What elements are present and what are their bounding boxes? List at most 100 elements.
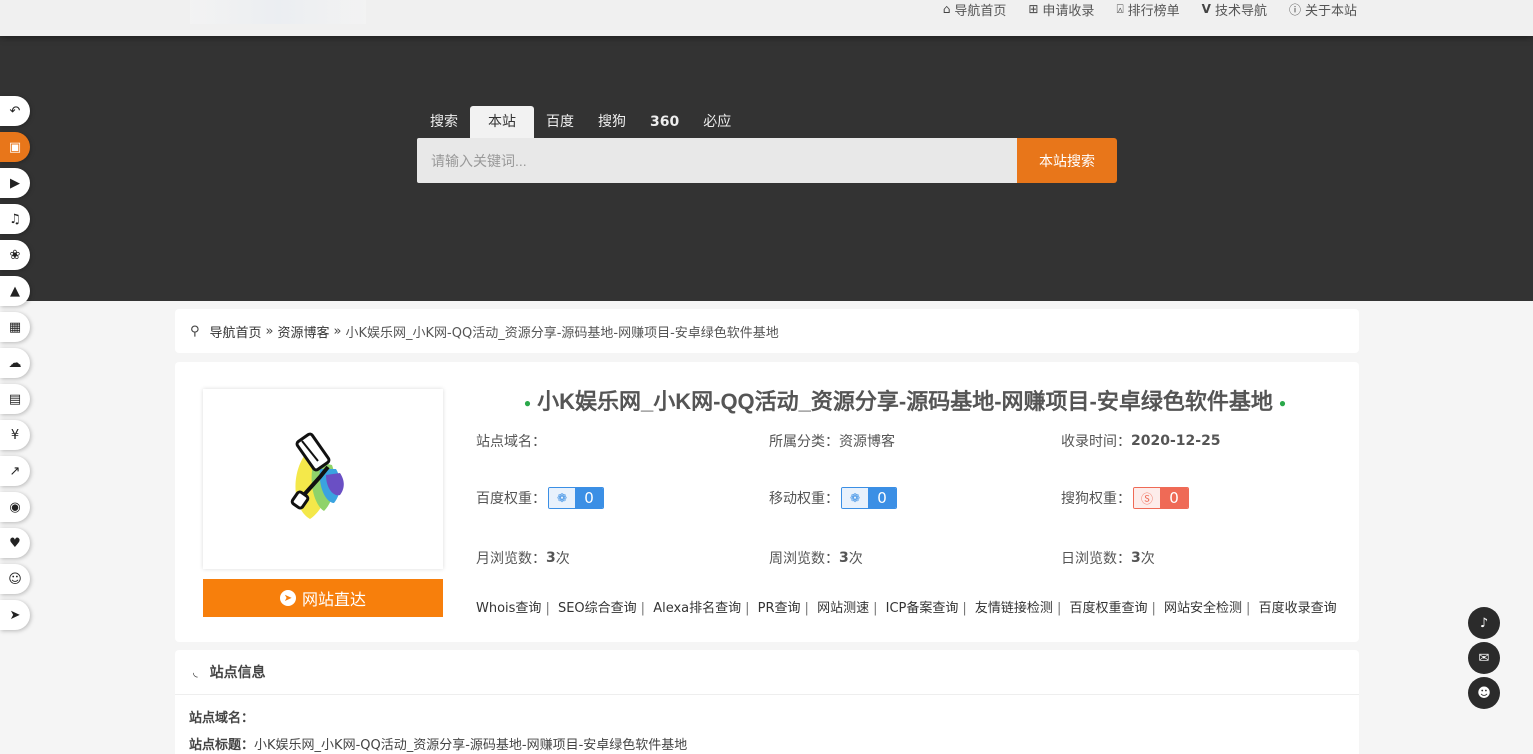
tab-sogou[interactable]: 搜狗	[586, 106, 638, 138]
nav-about-link[interactable]: ⓘ 关于本站	[1289, 0, 1357, 19]
paw-icon: ❁	[549, 488, 575, 508]
tool-link-baidu-weight[interactable]: 百度权重查询	[1069, 601, 1147, 616]
search-bar: 本站搜索	[417, 138, 1117, 183]
daily-views-value: 3	[1131, 550, 1141, 566]
apps-icon[interactable]: ▦	[0, 312, 30, 342]
tab-360[interactable]: 360	[638, 106, 691, 138]
monthly-views-label: 月浏览数：	[476, 551, 546, 567]
visit-site-label: 网站直达	[301, 592, 366, 609]
info-title-label: 站点标题：	[189, 738, 255, 753]
games-icon[interactable]: ❀	[0, 240, 30, 270]
daily-views-label: 日浏览数：	[1061, 551, 1131, 567]
back-icon[interactable]: ↶	[0, 96, 30, 126]
nav-tech-link[interactable]: V 技术导航	[1202, 0, 1267, 19]
weekly-views-field: 周浏览数： 3 次	[769, 548, 863, 568]
music-icon[interactable]: ♫	[0, 204, 30, 234]
monthly-views-field: 月浏览数： 3 次	[476, 548, 570, 568]
category-field: 所属分类： 资源博客	[769, 431, 895, 451]
firefox-icon[interactable]: ☺	[0, 564, 30, 594]
document-icon[interactable]: ▤	[0, 384, 30, 414]
compass-icon[interactable]: ◉	[0, 492, 30, 522]
top-navbar: ⌂ 导航首页 ⊞ 申请收录 ⍓ 排行榜单 V 技术导航 ⓘ 关于本站	[0, 0, 1533, 36]
mail-icon[interactable]: ✉	[1468, 642, 1500, 674]
graduation-icon[interactable]: ▲	[0, 276, 30, 306]
filter-icon: ⚲	[190, 323, 200, 339]
cloud-icon[interactable]: ☁	[0, 348, 30, 378]
bell-icon[interactable]: ♪	[1468, 607, 1500, 639]
search-input[interactable]	[417, 138, 1017, 183]
search-engine-tabs: 搜索 本站 百度 搜狗 360 必应	[418, 106, 743, 138]
nav-submit-link[interactable]: ⊞ 申请收录	[1028, 0, 1094, 19]
tool-link-seo[interactable]: SEO综合查询	[558, 601, 637, 616]
mobile-weight-label: 移动权重：	[769, 491, 839, 507]
home-icon: ⌂	[942, 2, 951, 16]
tool-link-pr[interactable]: PR查询	[758, 601, 801, 616]
site-detail-card: ➤ 网站直达 ● 小K娱乐网_小K网-QQ活动_资源分享-源码基地-网赚项目-安卓绿…	[175, 362, 1359, 642]
tool-link-friendlink[interactable]: 友情链接检测	[975, 601, 1053, 616]
heartbeat-icon[interactable]: ♥	[0, 528, 30, 558]
nav-ranking-link[interactable]: ⍓ 排行榜单	[1116, 0, 1179, 19]
baidu-weight-value: 0	[575, 488, 603, 508]
site-logo[interactable]	[190, 0, 366, 24]
site-title-text: 小K娱乐网_小K网-QQ活动_资源分享-源码基地-网赚项目-安卓绿色软件基地	[537, 389, 1273, 414]
site-search-button[interactable]: 本站搜索	[1017, 138, 1117, 183]
top-nav-menu: ⌂ 导航首页 ⊞ 申请收录 ⍓ 排行榜单 V 技术导航 ⓘ 关于本站	[943, 0, 1357, 19]
date-label: 收录时间：	[1061, 434, 1131, 450]
nav-about-label: 关于本站	[1304, 3, 1357, 19]
sogou-weight-value: 0	[1160, 488, 1188, 508]
date-field: 收录时间： 2020-12-25	[1061, 431, 1221, 451]
vimeo-icon: V	[1201, 2, 1211, 16]
category-label: 所属分类：	[769, 434, 839, 450]
title-dot-icon: ●	[1278, 396, 1287, 411]
baidu-weight-field: 百度权重： ❁ 0	[476, 487, 604, 509]
info-title-value: 小K娱乐网_小K网-QQ活动_资源分享-源码基地-网赚项目-安卓绿色软件基地	[254, 738, 688, 753]
ranking-icon: ⍓	[1116, 1, 1124, 16]
tool-link-security[interactable]: 网站安全检测	[1164, 601, 1242, 616]
nav-home-link[interactable]: ⌂ 导航首页	[943, 0, 1007, 19]
weekly-views-label: 周浏览数：	[769, 551, 839, 567]
breadcrumb-category[interactable]: 资源博客	[278, 322, 330, 341]
tab-baidu[interactable]: 百度	[534, 106, 586, 138]
seo-tools-links: Whois查询 | SEO综合查询 | Alexa排名查询 | PR查询 | 网站测速 |…	[476, 601, 1337, 616]
sogou-weight-badge[interactable]: Ⓢ 0	[1133, 487, 1189, 509]
tool-link-whois[interactable]: Whois查询	[476, 601, 541, 616]
category-value[interactable]: 资源博客	[839, 431, 895, 451]
mobile-weight-badge[interactable]: ❁ 0	[841, 487, 897, 509]
info-domain-row: 站点域名：	[175, 707, 1359, 726]
train-icon[interactable]: ▣	[0, 132, 30, 162]
tool-link-speed[interactable]: 网站测速	[817, 601, 869, 616]
weekly-views-value: 3	[839, 550, 849, 566]
visit-site-button[interactable]: ➤ 网站直达	[203, 579, 443, 617]
sogou-weight-field: 搜狗权重： Ⓢ 0	[1061, 487, 1189, 509]
breadcrumb-home[interactable]: 导航首页	[210, 322, 262, 341]
tab-bing[interactable]: 必应	[691, 106, 743, 138]
baidu-weight-label: 百度权重：	[476, 491, 546, 507]
tool-link-icp[interactable]: ICP备案查询	[886, 601, 959, 616]
date-value: 2020-12-25	[1131, 433, 1221, 449]
daily-views-field: 日浏览数： 3 次	[1061, 548, 1155, 568]
wechat-icon[interactable]: ☻	[1468, 677, 1500, 709]
left-category-rail: ↶ ▣ ▶ ♫ ❀ ▲ ▦ ☁ ▤ ¥ ↗ ◉ ♥ ☺ ➤	[0, 96, 30, 636]
tool-link-alexa[interactable]: Alexa排名查询	[653, 601, 741, 616]
tool-link-baidu-index[interactable]: 百度收录查询	[1259, 601, 1337, 616]
tab-search[interactable]: 搜索	[418, 106, 470, 138]
mobile-weight-field: 移动权重： ❁ 0	[769, 487, 897, 509]
site-title: ● 小K娱乐网_小K网-QQ活动_资源分享-源码基地-网赚项目-安卓绿色软件基地 ●	[475, 384, 1335, 416]
video-icon[interactable]: ▶	[0, 168, 30, 198]
site-info-header: ◟ 站点信息	[175, 650, 1359, 695]
views-unit: 次	[848, 551, 863, 567]
plus-square-icon: ⊞	[1028, 2, 1039, 16]
nav-ranking-label: 排行榜单	[1127, 3, 1180, 19]
send-icon: ➤	[279, 590, 296, 606]
views-unit: 次	[1140, 551, 1155, 567]
chart-icon[interactable]: ↗	[0, 456, 30, 486]
tab-site[interactable]: 本站	[470, 106, 534, 138]
yen-icon[interactable]: ¥	[0, 420, 30, 450]
send-icon[interactable]: ➤	[0, 600, 30, 630]
breadcrumb-separator: »	[333, 323, 342, 339]
info-title-row: 站点标题：小K娱乐网_小K网-QQ活动_资源分享-源码基地-网赚项目-安卓绿色软…	[175, 734, 1359, 753]
title-dot-icon: ●	[523, 396, 532, 411]
domain-field: 站点域名：	[476, 431, 546, 451]
baidu-weight-badge[interactable]: ❁ 0	[548, 487, 604, 509]
nav-tech-label: 技术导航	[1214, 3, 1267, 19]
